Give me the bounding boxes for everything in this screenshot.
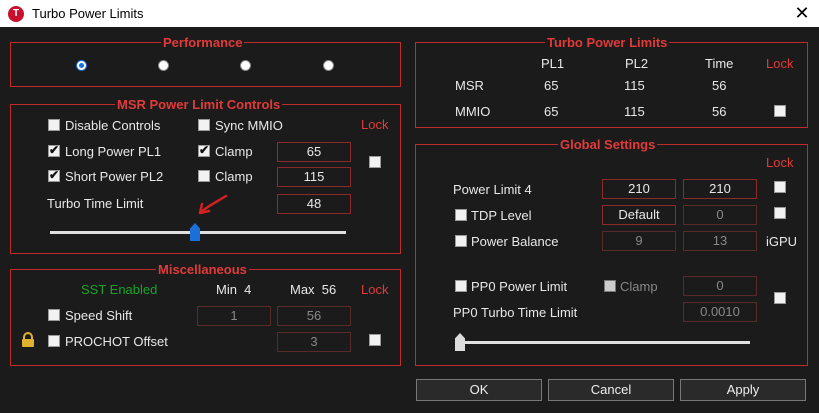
- misc-title: Miscellaneous: [156, 262, 249, 277]
- prochot-field[interactable]: 3: [277, 332, 351, 352]
- pp0-power-limit-checkbox[interactable]: [455, 280, 467, 292]
- pp0-slider-track[interactable]: [456, 341, 750, 344]
- power-balance-field-a[interactable]: 9: [602, 231, 676, 251]
- speed-shift-checkbox[interactable]: [48, 309, 60, 321]
- pp0-turbo-time-label: PP0 Turbo Time Limit: [453, 305, 578, 320]
- global-lock-label: Lock: [766, 155, 794, 170]
- sync-mmio-checkbox[interactable]: [198, 119, 210, 131]
- speed-shift-label: Speed Shift: [65, 308, 133, 323]
- app-icon: T: [8, 6, 24, 22]
- misc-lock-checkbox[interactable]: [369, 334, 381, 346]
- performance-radio-2[interactable]: [158, 60, 169, 71]
- long-power-checkbox[interactable]: [48, 143, 60, 157]
- performance-radio-1[interactable]: [76, 60, 87, 71]
- tpl-lock-label: Lock: [766, 56, 794, 71]
- tdp-level-checkbox[interactable]: [455, 209, 467, 221]
- long-power-label: Long Power PL1: [65, 144, 162, 159]
- tpl-header-time: Time: [705, 56, 734, 71]
- window-title: Turbo Power Limits: [32, 6, 144, 21]
- tpl-msr-pl1: 65: [544, 78, 559, 93]
- tpl-msr-pl2: 115: [624, 78, 645, 93]
- cancel-button[interactable]: Cancel: [548, 379, 674, 401]
- disable-controls-checkbox[interactable]: [48, 119, 60, 131]
- disable-controls-label: Disable Controls: [65, 118, 161, 133]
- pl2-field[interactable]: 115: [277, 167, 351, 187]
- pl1-field[interactable]: 65: [277, 142, 351, 162]
- msr-lock-label: Lock: [361, 117, 389, 132]
- tdp-field-a[interactable]: Default: [602, 205, 676, 225]
- tpl-mmio-label: MMIO: [455, 104, 491, 119]
- short-power-label: Short Power PL2: [65, 169, 164, 184]
- tpl-msr-label: MSR: [455, 78, 484, 93]
- tdp-field-b[interactable]: 0: [683, 205, 757, 225]
- msr-title: MSR Power Limit Controls: [115, 97, 283, 112]
- turbo-time-label: Turbo Time Limit: [47, 196, 144, 211]
- power-balance-field-b[interactable]: 13: [683, 231, 757, 251]
- close-icon[interactable]: ✕: [790, 2, 814, 24]
- igpu-label: iGPU: [766, 234, 798, 249]
- pl4-label: Power Limit 4: [453, 182, 532, 197]
- pl4-field-b[interactable]: 210: [683, 179, 757, 199]
- misc-lock-label: Lock: [361, 282, 389, 297]
- sync-mmio-label: Sync MMIO: [215, 118, 283, 133]
- tpl-title: Turbo Power Limits: [545, 35, 670, 50]
- tdp-lock-checkbox[interactable]: [774, 207, 786, 219]
- pl4-lock-checkbox[interactable]: [774, 181, 786, 193]
- clamp1-label: Clamp: [215, 144, 253, 159]
- tpl-mmio-lock-checkbox[interactable]: [774, 105, 786, 117]
- pp0-clamp-label: Clamp: [620, 279, 658, 294]
- tpl-msr-time: 56: [712, 78, 727, 93]
- pp0-power-limit-label: PP0 Power Limit: [471, 279, 568, 294]
- pp0-clamp-checkbox[interactable]: [604, 280, 616, 292]
- red-arrow-annotation: [198, 194, 228, 215]
- clamp1-checkbox[interactable]: [198, 143, 210, 157]
- tdp-level-label: TDP Level: [471, 208, 532, 223]
- pl4-field-a[interactable]: 210: [602, 179, 676, 199]
- performance-radio-4[interactable]: [323, 60, 334, 71]
- tpl-mmio-pl2: 115: [624, 104, 645, 119]
- apply-button[interactable]: Apply: [680, 379, 806, 401]
- min-label: Min 4: [216, 282, 252, 297]
- tpl-header-pl1: PL1: [541, 56, 565, 71]
- sst-enabled-label: SST Enabled: [81, 282, 158, 297]
- msr-lock-checkbox[interactable]: [369, 156, 381, 168]
- ok-button[interactable]: OK: [416, 379, 542, 401]
- tpl-mmio-pl1: 65: [544, 104, 559, 119]
- prochot-checkbox[interactable]: [48, 335, 60, 347]
- power-balance-label: Power Balance: [471, 234, 559, 249]
- global-title: Global Settings: [558, 137, 658, 152]
- pp0-field[interactable]: 0: [683, 276, 757, 296]
- pp0-turbo-time-field[interactable]: 0.0010: [683, 302, 757, 322]
- global-group: [415, 144, 808, 366]
- clamp2-label: Clamp: [215, 169, 253, 184]
- short-power-checkbox[interactable]: [48, 168, 60, 182]
- lock-icon: [20, 332, 36, 348]
- clamp2-checkbox[interactable]: [198, 170, 210, 182]
- power-balance-checkbox[interactable]: [455, 235, 467, 247]
- max-label: Max 56: [290, 282, 337, 297]
- pp0-lock-checkbox[interactable]: [774, 292, 786, 304]
- performance-radio-3[interactable]: [240, 60, 251, 71]
- speed-shift-min-field[interactable]: 1: [197, 306, 271, 326]
- turbo-time-field[interactable]: 48: [277, 194, 351, 214]
- performance-title: Performance: [161, 35, 245, 50]
- tpl-mmio-time: 56: [712, 104, 727, 119]
- tpl-header-pl2: PL2: [625, 56, 649, 71]
- prochot-label: PROCHOT Offset: [65, 334, 168, 349]
- speed-shift-max-field[interactable]: 56: [277, 306, 351, 326]
